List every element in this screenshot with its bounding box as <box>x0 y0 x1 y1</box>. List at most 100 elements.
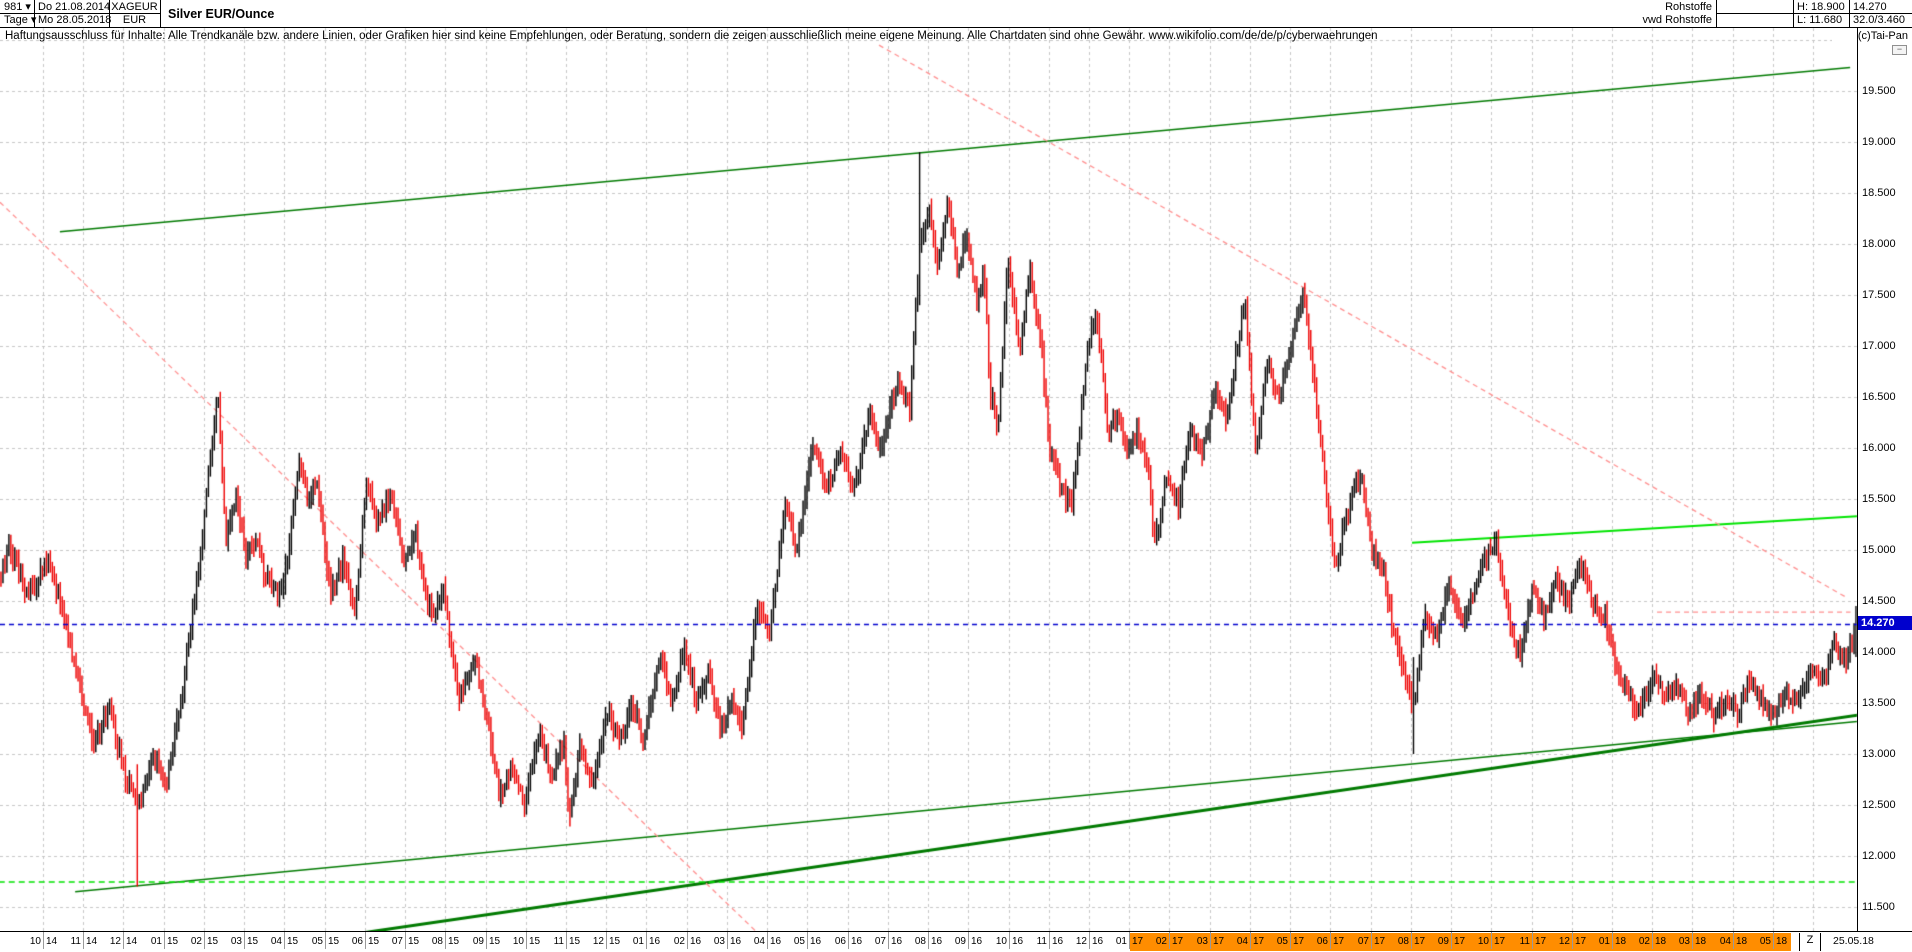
x-axis-tick <box>1411 932 1412 949</box>
x-axis-tick <box>405 932 406 949</box>
y-axis-label: 14.500 <box>1862 595 1896 607</box>
x-axis-tick <box>928 932 929 949</box>
x-axis-label-year: 14 <box>46 936 57 947</box>
x-axis-label-month: 10 <box>20 936 41 947</box>
x-axis-label-year: 18 <box>1615 936 1626 947</box>
x-axis-label-month: 01 <box>623 936 644 947</box>
range-low: L: 11.680 <box>1797 14 1842 26</box>
x-axis-label-month: 04 <box>261 936 282 947</box>
x-axis-tick <box>1049 932 1050 949</box>
x-axis-tick <box>43 932 44 949</box>
x-axis-label-month: 02 <box>181 936 202 947</box>
x-axis-label-year: 15 <box>247 936 258 947</box>
x-axis-tick <box>1572 932 1573 949</box>
x-axis-label-year: 15 <box>207 936 218 947</box>
date-from: Do 21.08.2014 <box>38 1 110 13</box>
x-axis-label-year: 18 <box>1736 936 1747 947</box>
x-axis-label-month: 09 <box>945 936 966 947</box>
x-axis-label-month: 10 <box>503 936 524 947</box>
zoom-marker[interactable]: Z <box>1799 933 1821 951</box>
x-axis-label-year: 16 <box>1052 936 1063 947</box>
x-axis-label-month: 01 <box>141 936 162 947</box>
x-axis-tick <box>365 932 366 949</box>
x-axis-label-year: 16 <box>690 936 701 947</box>
x-axis-tick <box>687 932 688 949</box>
x-axis-label-month: 02 <box>1629 936 1650 947</box>
x-axis-label-month: 05 <box>302 936 323 947</box>
x-axis-label-month: 01 <box>1106 936 1127 947</box>
header-bottom-border <box>0 27 1912 28</box>
x-axis-tick <box>486 932 487 949</box>
x-axis-tick <box>566 932 567 949</box>
x-axis-label-year: 17 <box>1213 936 1224 947</box>
x-axis-label-month: 04 <box>1710 936 1731 947</box>
x-axis-label-month: 10 <box>1468 936 1489 947</box>
x-axis-label-month: 07 <box>382 936 403 947</box>
x-axis-label-year: 15 <box>448 936 459 947</box>
x-axis-tick <box>244 932 245 949</box>
x-axis-strip: 1014111412140115021503150415051506150715… <box>0 931 1912 952</box>
group-source: vwd Rohstoffe <box>1620 14 1712 26</box>
x-axis-label-year: 15 <box>328 936 339 947</box>
x-axis-tick <box>123 932 124 949</box>
tai-pan-chart-window: 981 ▾ Tage ▾ Do 21.08.2014 Mo 28.05.2018… <box>0 0 1912 952</box>
x-axis-label-month: 11 <box>1026 936 1047 947</box>
group-name: Rohstoffe <box>1630 1 1712 13</box>
bars-count-dropdown[interactable]: 981 ▾ <box>4 1 31 13</box>
x-axis-tick <box>1491 932 1492 949</box>
x-axis-tick <box>1612 932 1613 949</box>
x-axis-label-year: 16 <box>810 936 821 947</box>
x-axis-label-month: 08 <box>1388 936 1409 947</box>
x-axis-label-year: 16 <box>891 936 902 947</box>
y-axis-label: 18.500 <box>1862 187 1896 199</box>
x-axis-label-year: 16 <box>971 936 982 947</box>
x-axis-label-year: 16 <box>1092 936 1103 947</box>
x-axis-label-month: 10 <box>986 936 1007 947</box>
copyright-label: (c)Tai-Pan <box>1832 30 1908 42</box>
x-axis-label-year: 15 <box>489 936 500 947</box>
x-axis-label-year: 15 <box>529 936 540 947</box>
x-axis-tick <box>1009 932 1010 949</box>
x-axis-tick <box>727 932 728 949</box>
x-axis-label-month: 07 <box>1348 936 1369 947</box>
date-to: Mo 28.05.2018 <box>38 14 111 26</box>
axis-separator <box>1857 28 1858 931</box>
x-axis-label-month: 06 <box>825 936 846 947</box>
header-divider <box>1716 0 1717 27</box>
y-axis-label: 15.500 <box>1862 493 1896 505</box>
minimize-icon[interactable]: − <box>1892 45 1907 55</box>
x-axis-label-year: 16 <box>851 936 862 947</box>
period-dropdown[interactable]: Tage ▾ <box>4 14 36 26</box>
x-axis-label-year: 16 <box>730 936 741 947</box>
x-axis-tick <box>968 932 969 949</box>
x-axis-tick <box>1210 932 1211 949</box>
x-axis-label-year: 17 <box>1333 936 1344 947</box>
price-chart-canvas[interactable] <box>0 0 1912 952</box>
x-axis-tick <box>606 932 607 949</box>
x-axis-tick <box>526 932 527 949</box>
x-axis-label-month: 03 <box>221 936 242 947</box>
header-divider <box>1793 0 1794 27</box>
x-axis-tick <box>1330 932 1331 949</box>
y-axis-label: 14.000 <box>1862 646 1896 658</box>
y-axis-label: 17.000 <box>1862 340 1896 352</box>
disclaimer-text: Haftungsausschluss für Inhalte: Alle Tre… <box>5 30 1378 42</box>
y-axis-label: 16.000 <box>1862 442 1896 454</box>
x-axis-tick <box>1169 932 1170 949</box>
x-axis-tick <box>1451 932 1452 949</box>
x-axis-label-year: 14 <box>86 936 97 947</box>
y-axis-label: 19.500 <box>1862 85 1896 97</box>
last-date-label: 25.05.18 <box>1833 935 1874 947</box>
x-axis-label-month: 12 <box>100 936 121 947</box>
x-axis-label-month: 03 <box>704 936 725 947</box>
x-axis-label-year: 18 <box>1776 936 1787 947</box>
x-axis-label-year: 15 <box>408 936 419 947</box>
x-axis-label-month: 03 <box>1669 936 1690 947</box>
x-axis-tick <box>1290 932 1291 949</box>
x-axis-label-year: 17 <box>1454 936 1465 947</box>
y-axis-label: 17.500 <box>1862 289 1896 301</box>
last-price-value: 14.270 <box>1853 1 1887 13</box>
x-axis-tick <box>83 932 84 949</box>
x-axis-tick <box>284 932 285 949</box>
x-axis-label-month: 06 <box>1307 936 1328 947</box>
